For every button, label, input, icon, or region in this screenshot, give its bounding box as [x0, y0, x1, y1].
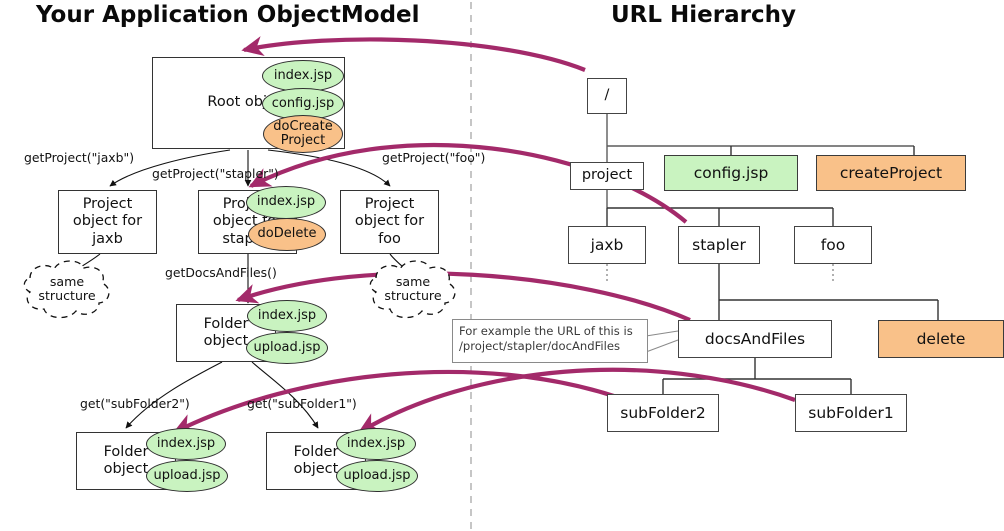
url-example-callout: For example the URL of this is /project/… — [452, 319, 648, 363]
cloud-same-structure-foo-line2: structure — [384, 288, 442, 304]
subfolder-1-bubble-index-jsp[interactable]: index.jsp — [336, 428, 416, 460]
stapler-bubble-dodelete-label: doDelete — [257, 226, 317, 242]
left-panel-title: Your Application ObjectModel — [36, 2, 420, 28]
diagram-canvas: Your Application ObjectModel URL Hierarc… — [0, 0, 1004, 531]
root-bubble-config-jsp-label: config.jsp — [271, 95, 335, 111]
folder-bubble-upload-jsp[interactable]: upload.jsp — [246, 332, 328, 364]
subfolder-object-1-line1: Folder — [293, 443, 339, 460]
edge-label-getproject-jaxb: getProject("jaxb") — [24, 150, 135, 165]
url-example-callout-line2: /project/stapler/docAndFiles — [459, 339, 621, 354]
url-node-delete[interactable]: delete — [878, 320, 1004, 358]
url-node-subfolder1[interactable]: subFolder1 — [795, 394, 907, 432]
folder-bubble-upload-jsp-label: upload.jsp — [253, 339, 321, 355]
url-node-createproject[interactable]: createProject — [816, 155, 966, 191]
url-node-createproject-label: createProject — [839, 163, 943, 182]
project-object-foo-line2: object for — [354, 213, 425, 230]
cloud-same-structure-foo: same structure — [368, 274, 458, 304]
url-node-jaxb-label: jaxb — [590, 235, 624, 254]
root-bubble-index-jsp-label: index.jsp — [273, 67, 333, 83]
url-node-foo-label: foo — [820, 235, 846, 254]
url-node-root[interactable]: / — [587, 78, 627, 114]
url-example-callout-line1: For example the URL of this is — [459, 324, 633, 338]
stapler-bubble-index-jsp[interactable]: index.jsp — [246, 186, 326, 219]
url-node-foo[interactable]: foo — [794, 226, 872, 264]
url-node-config-jsp[interactable]: config.jsp — [664, 155, 798, 191]
stapler-bubble-dodelete[interactable]: doDelete — [248, 218, 326, 251]
url-node-project[interactable]: project — [570, 162, 644, 190]
project-object-foo-line3: foo — [378, 230, 401, 247]
url-node-docsandfiles[interactable]: docsAndFiles — [678, 320, 832, 358]
subfolder-2-bubble-upload-jsp-label: upload.jsp — [153, 467, 221, 483]
url-node-subfolder1-label: subFolder1 — [808, 403, 894, 422]
subfolder-2-bubble-upload-jsp[interactable]: upload.jsp — [146, 460, 228, 492]
url-node-config-jsp-label: config.jsp — [693, 163, 769, 182]
subfolder-2-bubble-index-jsp[interactable]: index.jsp — [146, 428, 226, 460]
folder-object-line1: Folder — [203, 315, 249, 332]
stapler-bubble-index-jsp-label: index.jsp — [256, 194, 316, 210]
cloud-same-structure-jaxb-line1: same — [49, 274, 85, 289]
url-node-subfolder2-label: subFolder2 — [620, 403, 706, 422]
project-object-jaxb-line2: object for — [72, 213, 143, 230]
edge-label-getproject-foo: getProject("foo") — [382, 150, 486, 165]
project-object-jaxb-line3: jaxb — [92, 230, 123, 247]
project-object-jaxb-line1: Project — [82, 196, 133, 213]
subfolder-1-bubble-upload-jsp-label: upload.jsp — [343, 467, 411, 483]
project-object-foo-node[interactable]: Project object for foo — [340, 190, 439, 254]
cloud-same-structure-jaxb-line2: structure — [38, 288, 96, 304]
url-node-jaxb[interactable]: jaxb — [568, 226, 646, 264]
subfolder-object-2-line1: Folder — [103, 443, 149, 460]
url-node-project-label: project — [581, 167, 633, 184]
folder-bubble-index-jsp-label: index.jsp — [257, 307, 317, 323]
url-node-stapler[interactable]: stapler — [678, 226, 760, 264]
url-node-subfolder2[interactable]: subFolder2 — [607, 394, 719, 432]
cloud-same-structure-jaxb: same structure — [22, 274, 112, 304]
root-bubble-docreateproject-line2: Project — [280, 133, 326, 148]
folder-object-line2: object — [203, 333, 249, 349]
edge-label-getdocsandfiles: getDocsAndFiles() — [165, 265, 277, 280]
root-bubble-docreateproject[interactable]: doCreate Project — [263, 115, 343, 153]
subfolder-object-2-line2: object — [103, 461, 149, 477]
project-object-jaxb-node[interactable]: Project object for jaxb — [58, 190, 157, 254]
subfolder-1-bubble-upload-jsp[interactable]: upload.jsp — [336, 460, 418, 492]
url-node-root-label: / — [604, 87, 610, 104]
edge-label-get-subfolder1: get("subFolder1") — [247, 396, 357, 411]
url-node-docsandfiles-label: docsAndFiles — [704, 329, 806, 348]
subfolder-1-bubble-index-jsp-label: index.jsp — [346, 435, 406, 451]
folder-bubble-index-jsp[interactable]: index.jsp — [247, 300, 327, 332]
right-panel-title: URL Hierarchy — [611, 2, 796, 28]
edge-label-get-subfolder2: get("subFolder2") — [80, 396, 190, 411]
cloud-same-structure-foo-line1: same — [395, 274, 431, 289]
subfolder-2-bubble-index-jsp-label: index.jsp — [156, 435, 216, 451]
project-object-foo-line1: Project — [364, 196, 415, 213]
url-node-stapler-label: stapler — [692, 235, 746, 254]
root-bubble-docreateproject-line1: doCreate — [273, 118, 333, 134]
edge-label-getproject-stapler: getProject("stapler") — [152, 166, 279, 181]
url-node-delete-label: delete — [916, 329, 966, 348]
subfolder-object-1-line2: object — [293, 461, 339, 477]
